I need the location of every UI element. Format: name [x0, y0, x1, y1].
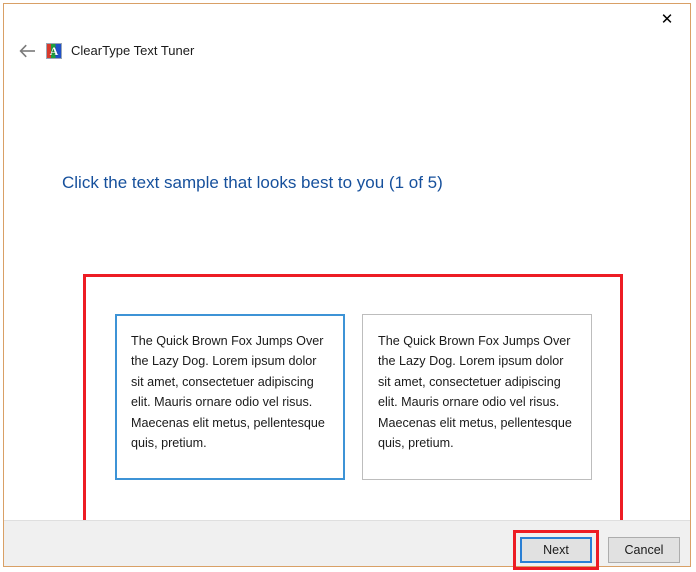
text-sample-list: The Quick Brown Fox Jumps Over the Lazy … — [115, 314, 592, 482]
cancel-button[interactable]: Cancel — [608, 537, 680, 563]
cleartype-text-tuner-window: ✕ A ClearType Text Tuner Click the text … — [3, 3, 691, 570]
window-title: ClearType Text Tuner — [71, 43, 195, 58]
page-title: Click the text sample that looks best to… — [62, 173, 443, 192]
text-sample-option-2[interactable]: The Quick Brown Fox Jumps Over the Lazy … — [362, 314, 592, 480]
title-bar: ✕ — [4, 4, 690, 34]
close-icon[interactable]: ✕ — [644, 4, 690, 34]
footer-bar: Next Cancel — [4, 520, 690, 570]
content-area: Click the text sample that looks best to… — [4, 67, 690, 523]
cleartype-icon-glyph: A — [49, 43, 59, 58]
text-sample-option-1[interactable]: The Quick Brown Fox Jumps Over the Lazy … — [115, 314, 345, 480]
next-button[interactable]: Next — [520, 537, 592, 563]
wizard-header: A ClearType Text Tuner — [4, 34, 690, 67]
cleartype-icon: A — [46, 42, 62, 59]
next-button-annotation: Next — [513, 530, 599, 570]
back-arrow-icon[interactable] — [14, 38, 40, 64]
footer-button-group: Next Cancel — [513, 530, 680, 570]
